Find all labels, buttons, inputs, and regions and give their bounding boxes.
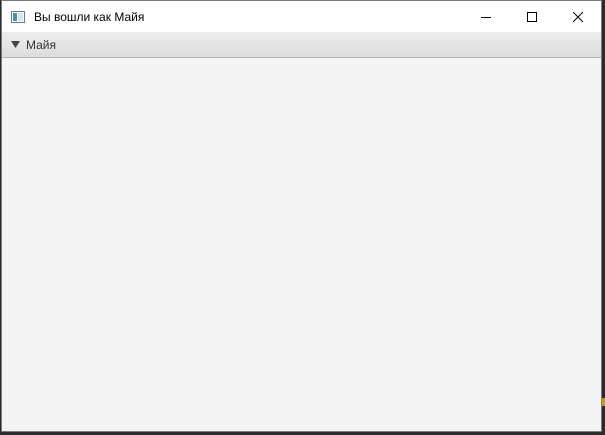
pane-content-area: [2, 58, 601, 431]
expand-arrow-icon: [10, 40, 20, 50]
titled-pane-toggle[interactable]: Майя: [2, 32, 66, 57]
close-icon: [573, 11, 583, 22]
titled-pane-label: Майя: [26, 37, 57, 52]
close-button[interactable]: [555, 1, 601, 32]
titled-pane-header[interactable]: Майя: [2, 32, 601, 58]
app-window: Вы вошли как Майя Майя: [1, 0, 602, 432]
window-title: Вы вошли как Майя: [34, 9, 145, 24]
title-bar[interactable]: Вы вошли как Майя: [2, 1, 601, 32]
minimize-icon: [481, 12, 491, 22]
maximize-button[interactable]: [509, 1, 555, 32]
java-app-icon: [10, 9, 26, 25]
maximize-icon: [527, 11, 537, 22]
minimize-button[interactable]: [463, 1, 509, 32]
